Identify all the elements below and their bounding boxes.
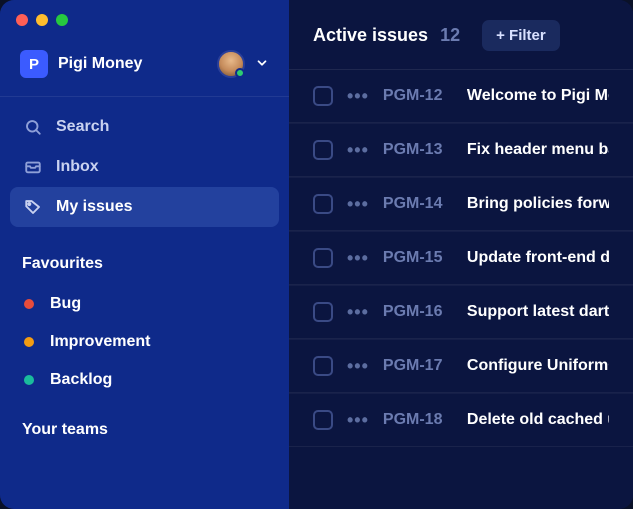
issue-row[interactable]: ••• PGM-14 Bring policies forward: [289, 177, 633, 231]
issues-header: Active issues 12 + Filter: [289, 0, 633, 69]
search-icon: [24, 118, 42, 136]
more-icon[interactable]: •••: [347, 141, 369, 159]
issue-title: Bring policies forward: [467, 195, 609, 213]
sidebar: P Pigi Money Search Inbox: [0, 0, 289, 509]
issue-title: Configure UniformCSS variables: [467, 357, 609, 375]
issue-checkbox[interactable]: [313, 356, 333, 376]
issues-list: ••• PGM-12 Welcome to Pigi Money ••• PGM-13 F…: [289, 69, 633, 447]
more-icon[interactable]: •••: [347, 249, 369, 267]
issue-id: PGM-13: [383, 141, 453, 159]
nav-label: Search: [56, 118, 109, 136]
issue-title: Support latest dart sass release: [467, 303, 609, 321]
dot-icon: [24, 375, 34, 385]
section-title-favourites: Favourites: [0, 233, 289, 285]
favourite-bug[interactable]: Bug: [0, 285, 289, 323]
window-controls: [0, 0, 289, 36]
main-panel: Active issues 12 + Filter ••• PGM-12 Welco…: [289, 0, 633, 509]
favourite-backlog[interactable]: Backlog: [0, 361, 289, 399]
issue-id: PGM-17: [383, 357, 453, 375]
teams-section: Your teams: [0, 399, 289, 451]
maximize-window-button[interactable]: [56, 14, 68, 26]
issue-checkbox[interactable]: [313, 140, 333, 160]
page-title: Active issues: [313, 25, 428, 46]
issue-id: PGM-12: [383, 87, 453, 105]
favourite-label: Backlog: [50, 371, 112, 389]
nav-label: Inbox: [56, 158, 99, 176]
workspace-badge: P: [20, 50, 48, 78]
close-window-button[interactable]: [16, 14, 28, 26]
nav-label: My issues: [56, 198, 132, 216]
issue-count: 12: [440, 25, 460, 46]
issue-title: Update front-end dependencies: [467, 249, 609, 267]
workspace-name: Pigi Money: [58, 55, 207, 73]
nav-primary: Search Inbox My issues: [0, 97, 289, 233]
nav-inbox[interactable]: Inbox: [10, 147, 279, 187]
more-icon[interactable]: •••: [347, 303, 369, 321]
section-title-teams: Your teams: [0, 399, 289, 451]
issue-row[interactable]: ••• PGM-17 Configure UniformCSS variables: [289, 339, 633, 393]
issue-checkbox[interactable]: [313, 86, 333, 106]
issue-row[interactable]: ••• PGM-16 Support latest dart sass releas…: [289, 285, 633, 339]
issue-title: Delete old cached users: [467, 411, 609, 429]
favourite-label: Bug: [50, 295, 81, 313]
issue-id: PGM-15: [383, 249, 453, 267]
workspace-switcher[interactable]: P Pigi Money: [0, 36, 289, 97]
tag-icon: [24, 198, 42, 216]
dot-icon: [24, 299, 34, 309]
dot-icon: [24, 337, 34, 347]
more-icon[interactable]: •••: [347, 411, 369, 429]
issue-row[interactable]: ••• PGM-18 Delete old cached users: [289, 393, 633, 447]
issue-id: PGM-14: [383, 195, 453, 213]
more-icon[interactable]: •••: [347, 195, 369, 213]
more-icon[interactable]: •••: [347, 357, 369, 375]
issue-checkbox[interactable]: [313, 248, 333, 268]
issue-checkbox[interactable]: [313, 410, 333, 430]
issue-checkbox[interactable]: [313, 302, 333, 322]
presence-indicator: [235, 68, 245, 78]
nav-search[interactable]: Search: [10, 107, 279, 147]
issue-row[interactable]: ••• PGM-12 Welcome to Pigi Money: [289, 69, 633, 123]
issue-title: Welcome to Pigi Money: [467, 87, 609, 105]
issue-title: Fix header menu bar alignment: [467, 141, 609, 159]
issue-checkbox[interactable]: [313, 194, 333, 214]
filter-button[interactable]: + Filter: [482, 20, 560, 51]
favourites-section: Favourites Bug Improvement Backlog: [0, 233, 289, 399]
issue-row[interactable]: ••• PGM-15 Update front-end dependencies: [289, 231, 633, 285]
issue-id: PGM-16: [383, 303, 453, 321]
issue-row[interactable]: ••• PGM-13 Fix header menu bar alignment: [289, 123, 633, 177]
more-icon[interactable]: •••: [347, 87, 369, 105]
minimize-window-button[interactable]: [36, 14, 48, 26]
app-window: P Pigi Money Search Inbox: [0, 0, 633, 509]
chevron-down-icon: [255, 54, 269, 75]
favourite-label: Improvement: [50, 333, 150, 351]
inbox-icon: [24, 158, 42, 176]
issue-id: PGM-18: [383, 411, 453, 429]
nav-my-issues[interactable]: My issues: [10, 187, 279, 227]
avatar[interactable]: [217, 50, 245, 78]
favourite-improvement[interactable]: Improvement: [0, 323, 289, 361]
